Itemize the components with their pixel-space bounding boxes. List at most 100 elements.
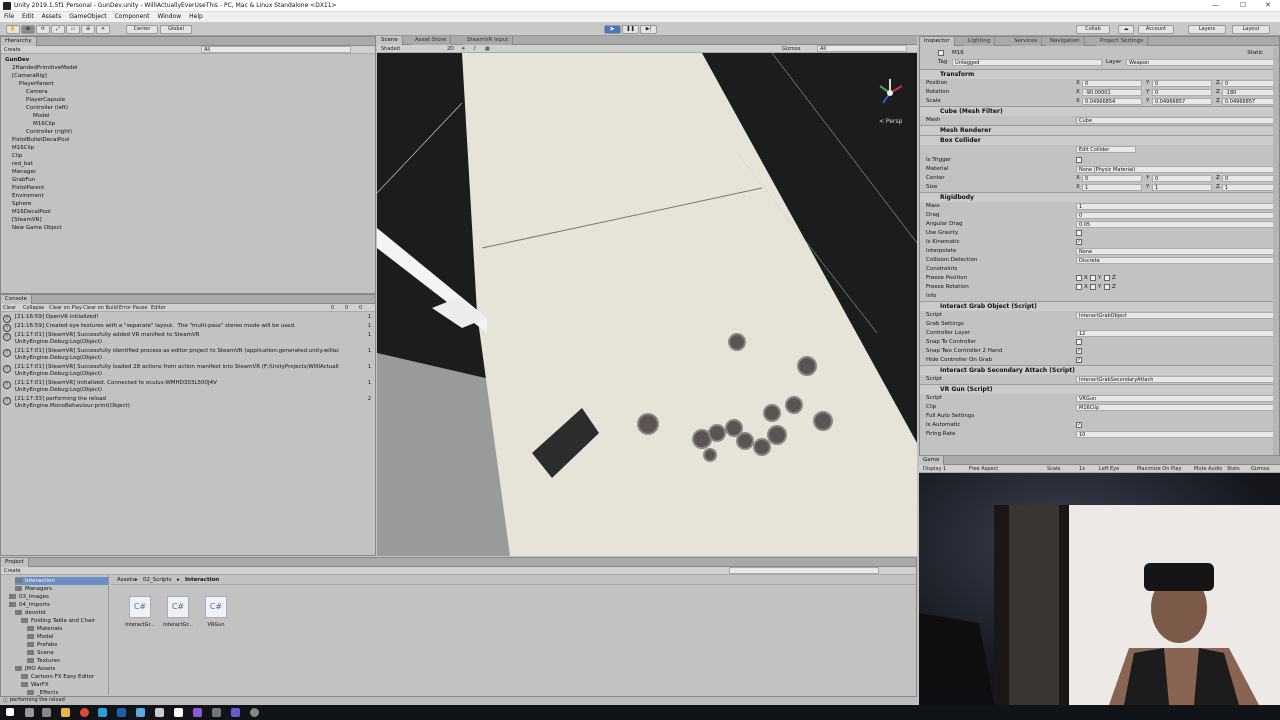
vector-field-x[interactable]: 0.04966854 — [1082, 98, 1142, 105]
hierarchy-item[interactable]: Controller (left) — [26, 104, 68, 112]
scene-orientation-gizmo[interactable] — [879, 79, 903, 104]
app-icon[interactable] — [98, 708, 107, 717]
mute-audio-toggle[interactable]: Mute Audio — [1194, 466, 1222, 472]
script-field[interactable]: InteractGrabObject — [1076, 312, 1274, 319]
menu-help[interactable]: Help — [185, 12, 207, 21]
tab-hierarchy[interactable]: Hierarchy — [1, 37, 37, 46]
app-icon[interactable] — [117, 708, 126, 717]
layer-dropdown[interactable]: Weapon — [1126, 59, 1274, 66]
project-folder-item[interactable]: WarFX — [21, 681, 108, 689]
hierarchy-item[interactable]: M16Clip — [12, 144, 34, 152]
aspect-dropdown[interactable]: Free Aspect — [969, 466, 998, 472]
hierarchy-item[interactable]: GrabFun — [12, 176, 35, 184]
breadcrumb-assets[interactable]: Assets — [117, 577, 135, 583]
hierarchy-item[interactable]: Enviroment — [12, 192, 44, 200]
transform-tool-button[interactable]: ⊕ — [81, 25, 95, 34]
menu-component[interactable]: Component — [111, 12, 154, 21]
file-explorer-icon[interactable] — [61, 708, 70, 717]
visual-studio-icon[interactable] — [193, 708, 202, 717]
hierarchy-item[interactable]: [CameraRig] — [12, 72, 47, 80]
interpolate-dropdown[interactable]: None — [1076, 248, 1274, 255]
vector-field-z[interactable]: 1 — [1222, 184, 1279, 191]
use-gravity-checkbox[interactable] — [1076, 230, 1082, 236]
hierarchy-item[interactable]: [SteamVR] — [12, 216, 42, 224]
rotate-tool-button[interactable]: ⟳ — [36, 25, 50, 34]
freeze-pos-x-checkbox[interactable] — [1076, 275, 1082, 281]
clip-field[interactable]: M16Clip — [1076, 404, 1274, 411]
vector-field-x[interactable]: 1 — [1082, 184, 1142, 191]
app-icon[interactable] — [231, 708, 240, 717]
controller-layer-field[interactable]: 12 — [1076, 330, 1274, 337]
scale-value[interactable]: 1x — [1079, 466, 1085, 472]
menu-window[interactable]: Window — [153, 12, 185, 21]
vector-field-y[interactable]: 0.04966857 — [1152, 98, 1212, 105]
script-asset[interactable]: C# InteractGr... — [123, 596, 157, 636]
hierarchy-item[interactable]: Clip — [12, 152, 22, 160]
stats-toggle[interactable]: Stats — [1227, 466, 1240, 472]
project-folder-item[interactable]: Interaction — [15, 577, 108, 585]
close-button[interactable]: ✕ — [1265, 1, 1271, 9]
freeze-pos-z-checkbox[interactable] — [1104, 275, 1110, 281]
firing-rate-field[interactable]: 10 — [1076, 431, 1274, 438]
tab-inspector[interactable]: Inspector — [920, 37, 955, 46]
console-count-0[interactable]: 0 — [331, 305, 334, 311]
inspector-scrollbar[interactable] — [1273, 47, 1279, 455]
hierarchy-item[interactable]: M16Clip — [33, 120, 55, 128]
task-view-icon[interactable] — [42, 708, 51, 717]
hierarchy-item[interactable]: New Game Object — [12, 224, 62, 232]
console-entry[interactable]: ! [21:17:01] [SteamVR] Successfully added… — [1, 332, 375, 348]
hierarchy-item[interactable]: Model — [33, 112, 50, 120]
project-folder-item[interactable]: Cartoon FX Easy Editor — [21, 673, 108, 681]
vector-field-y[interactable]: 0 — [1152, 80, 1212, 87]
display-dropdown[interactable]: Display 1 — [923, 466, 946, 472]
project-folder-item[interactable]: 04_Imports — [9, 601, 108, 609]
console-toggle-2[interactable]: Clear on Play — [49, 305, 82, 311]
scale-tool-button[interactable]: ⤢ — [51, 25, 65, 34]
freeze-pos-y-checkbox[interactable] — [1090, 275, 1096, 281]
menu-file[interactable]: File — [0, 12, 18, 21]
project-folder-item[interactable]: Scene — [27, 649, 108, 657]
mesh-filter-component[interactable]: Cube (Mesh Filter) — [920, 106, 1273, 116]
freeze-rot-y-checkbox[interactable] — [1090, 284, 1096, 290]
vector-field-z[interactable]: 0 — [1222, 175, 1279, 182]
scene-viewport[interactable]: < Persp — [377, 53, 917, 556]
console-entry[interactable]: ! [21:17:01] [SteamVR] Initialized. Conne… — [1, 380, 375, 396]
vector-field-x[interactable]: -90.00001 — [1082, 89, 1142, 96]
is-trigger-checkbox[interactable] — [1076, 157, 1082, 163]
scene-search-input[interactable]: All — [817, 45, 907, 52]
script-asset[interactable]: C# VRGun — [199, 596, 233, 636]
breadcrumb-scripts[interactable]: 02_Scripts — [143, 577, 172, 583]
drag-field[interactable]: 0 — [1076, 212, 1274, 219]
hierarchy-item[interactable]: Camera — [26, 88, 48, 96]
console-entry[interactable]: ! [21:17:33] performing the reload UnityE… — [1, 396, 375, 412]
console-toggle-4[interactable]: Error Pause — [119, 305, 147, 311]
project-search-input[interactable] — [729, 567, 879, 574]
collision-dropdown[interactable]: Discrete — [1076, 257, 1274, 264]
freeze-rot-z-checkbox[interactable] — [1104, 284, 1110, 290]
project-folder-item[interactable]: Folding Table and Chair — [21, 617, 108, 625]
game-gizmos-dropdown[interactable]: Gizmos — [1251, 466, 1269, 472]
2d-toggle[interactable]: 2D — [447, 46, 454, 52]
gizmos-dropdown[interactable]: Gizmos — [782, 46, 800, 52]
game-viewport[interactable] — [919, 473, 1280, 705]
status-text[interactable]: performing the reload — [10, 697, 65, 703]
windows-start-icon[interactable] — [6, 708, 14, 716]
is-automatic-checkbox[interactable]: ✓ — [1076, 422, 1082, 428]
tab-game[interactable]: Game — [919, 456, 945, 465]
snap-to-controller-checkbox[interactable] — [1076, 339, 1082, 345]
transform-component[interactable]: Transform — [920, 69, 1273, 79]
vr-gun-component[interactable]: VR Gun (Script) — [920, 384, 1273, 394]
hierarchy-item[interactable]: Manager — [12, 168, 36, 176]
mesh-object-field[interactable]: Cube — [1076, 117, 1274, 124]
project-folder-item[interactable]: Materials — [27, 625, 108, 633]
angular-drag-field[interactable]: 0.05 — [1076, 221, 1274, 228]
freeze-rot-x-checkbox[interactable] — [1076, 284, 1082, 290]
console-entry[interactable]: ! [21:17:01] [SteamVR] Successfully loade… — [1, 364, 375, 380]
menu-assets[interactable]: Assets — [38, 12, 66, 21]
console-toggle-5[interactable]: Editor — [151, 305, 166, 311]
tab-services[interactable]: Services — [1010, 37, 1043, 46]
project-folder-item[interactable]: devotid — [15, 609, 108, 617]
maximize-button[interactable]: ☐ — [1240, 1, 1246, 9]
vector-field-x[interactable]: 0 — [1082, 80, 1142, 87]
project-folder-item[interactable]: Managers — [15, 585, 108, 593]
